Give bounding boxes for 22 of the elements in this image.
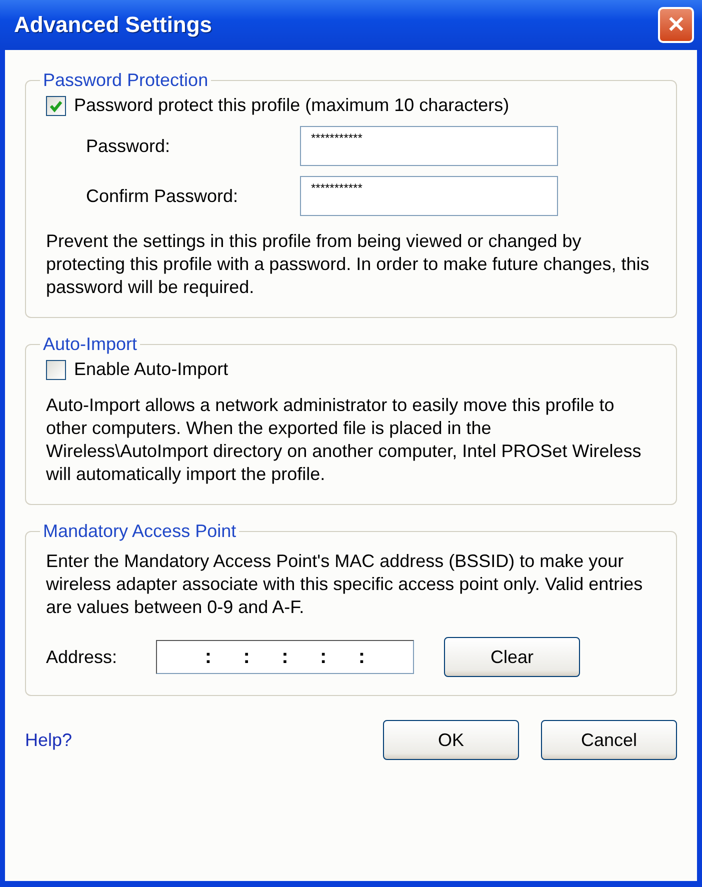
checkbox[interactable]: Password protect this profile (maximum 10 characters) [46,95,656,116]
description-text: Auto-Import allows a network administrator to easily move this profile to other computers. When the exported file is placed in the Wireless\AutoImport directory on another computer, Intel PROSet Wireless will automatically import the profile. [46,394,642,486]
field-label: Password: [86,136,172,156]
description-text: Prevent the settings in this profile from being viewed or changed by protecting this profile with a password. In order to make future changes, this password will be required. [46,230,650,299]
checkbox-box[interactable] [46,96,66,116]
mac-address-field[interactable]: : : : : : [156,640,414,674]
description-text: Enter the Mandatory Access Point's MAC address (BSSID) to make your wireless adapter associate with this specific access point only. Valid entries are values between 0-9 and A-F. [46,550,644,619]
check-icon [49,98,63,112]
checkbox-box[interactable] [46,360,66,380]
cancel-button[interactable]: Cancel [541,720,677,760]
help-link[interactable]: Help? [25,730,72,750]
address-label: Address: [46,646,118,668]
group-title: Mandatory Access Point [42,521,238,542]
checkbox[interactable]: Enable Auto-Import [46,359,656,380]
ok-button[interactable]: OK [383,720,519,760]
password-field[interactable]: *********** [300,176,558,216]
clear-button[interactable]: Clear [444,637,580,677]
field-label: Confirm Password: [86,186,240,206]
group-title: Auto-Import [42,334,138,355]
group-title: Password Protection [42,70,210,91]
password-field[interactable]: *********** [300,126,558,166]
window-title: Advanced Settings [14,12,212,38]
